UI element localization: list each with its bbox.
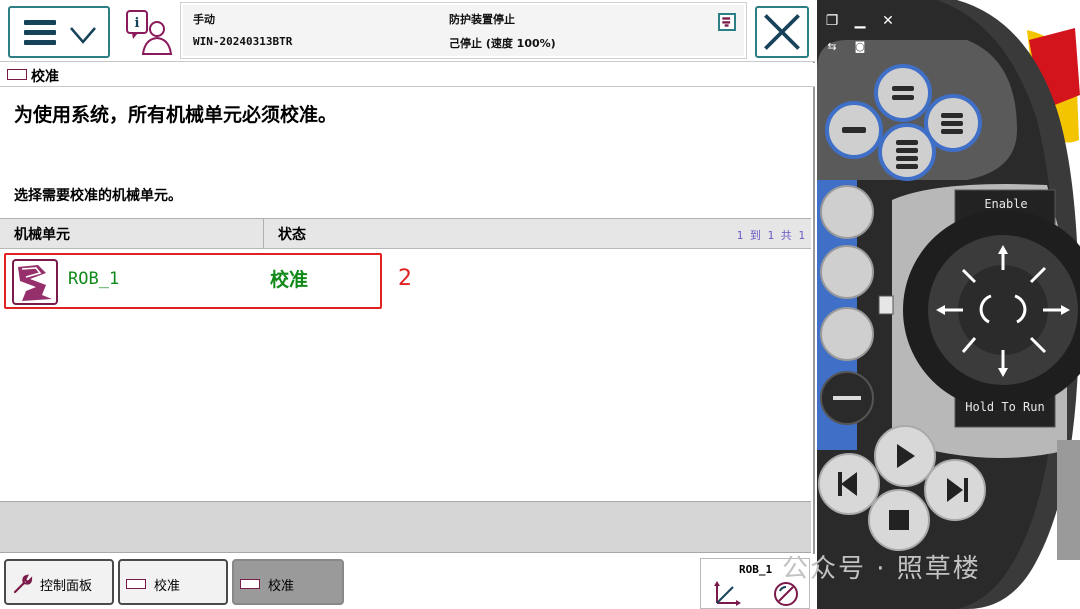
window-title: 校准 — [31, 69, 59, 85]
unit-status: 校准 — [270, 269, 309, 291]
command-bar — [0, 501, 811, 553]
abb-menu-button[interactable] — [8, 6, 110, 58]
quickset-unit-label: ROB_1 — [739, 563, 773, 576]
select-unit-prompt: 选择需要校准的机械单元。 — [14, 188, 182, 204]
operation-mode: 手动 — [193, 13, 215, 26]
column-header-unit[interactable]: 机械单元 — [0, 219, 264, 249]
column-header-status[interactable]: 状态 1 到 1 共 1 — [264, 219, 811, 249]
enable-button[interactable]: Enable — [958, 197, 1054, 211]
jog-axes-icon — [714, 581, 741, 606]
hold-to-run-button[interactable]: Hold To Run — [957, 400, 1053, 414]
task-calibration[interactable]: 校准 — [118, 559, 228, 605]
mechanical-unit-table: 机械单元 状态 1 到 1 共 1 ROB_1 校准 — [0, 218, 811, 501]
close-button[interactable] — [755, 6, 809, 58]
taskbar: 控制面板 校准 校准 ROB_1 — [0, 554, 815, 609]
unit-name: ROB_1 — [68, 269, 120, 289]
step-annotation: 2 — [398, 266, 412, 291]
task-label: 校准 — [154, 579, 181, 594]
restore-window-button[interactable]: ❐ — [823, 12, 841, 30]
event-log-icon[interactable] — [718, 13, 736, 31]
table-header: 机械单元 状态 1 到 1 共 1 — [0, 219, 811, 249]
chevron-down-icon — [70, 27, 96, 44]
watermark: 公众号 · 照草楼 — [782, 554, 981, 584]
minimize-window-button[interactable]: ▁ — [851, 12, 869, 30]
calibration-icon — [7, 69, 27, 80]
guard-state: 防护装置停止 — [449, 13, 515, 26]
hamburger-icon — [24, 20, 56, 46]
status-panel[interactable]: 手动 WIN-20240313BTR 防护装置停止 己停止 (速度 100%) — [180, 2, 747, 59]
rotate-icon[interactable]: ⇆ — [823, 38, 841, 56]
column-header-label: 状态 — [278, 227, 306, 243]
task-control-panel[interactable]: 控制面板 — [4, 559, 114, 605]
task-label: 校准 — [268, 579, 295, 594]
calibration-icon — [126, 579, 146, 589]
top-bar: i 手动 WIN-20240313BTR 防护装置停止 己停止 (速度 100%… — [0, 0, 815, 62]
calibration-instruction: 为使用系统，所有机械单元必须校准。 — [14, 104, 338, 126]
camera-icon[interactable]: ◙ — [851, 38, 869, 56]
window-title-bar: 校准 — [0, 63, 815, 87]
pendant-hardware: ❐ ▁ ✕ ⇆ ◙ Enable Hold To Run — [817, 0, 1080, 609]
table-row[interactable]: ROB_1 校准 — [4, 253, 382, 309]
operator-info-icon[interactable]: i — [124, 8, 174, 56]
controller-name: WIN-20240313BTR — [193, 35, 293, 48]
flexpendant-screen: i 手动 WIN-20240313BTR 防护装置停止 己停止 (速度 100%… — [0, 0, 815, 609]
row-count: 1 到 1 共 1 — [736, 229, 805, 242]
robot-unit-icon — [12, 259, 58, 305]
task-calibration-active[interactable]: 校准 — [232, 559, 344, 605]
task-label: 控制面板 — [40, 579, 93, 594]
column-header-label: 机械单元 — [14, 227, 70, 243]
close-window-button[interactable]: ✕ — [879, 12, 897, 30]
svg-text:i: i — [135, 16, 140, 31]
calibration-icon — [240, 579, 260, 589]
pendant-body — [817, 0, 1080, 609]
run-state: 己停止 (速度 100%) — [449, 37, 556, 50]
wrench-icon — [13, 574, 33, 594]
